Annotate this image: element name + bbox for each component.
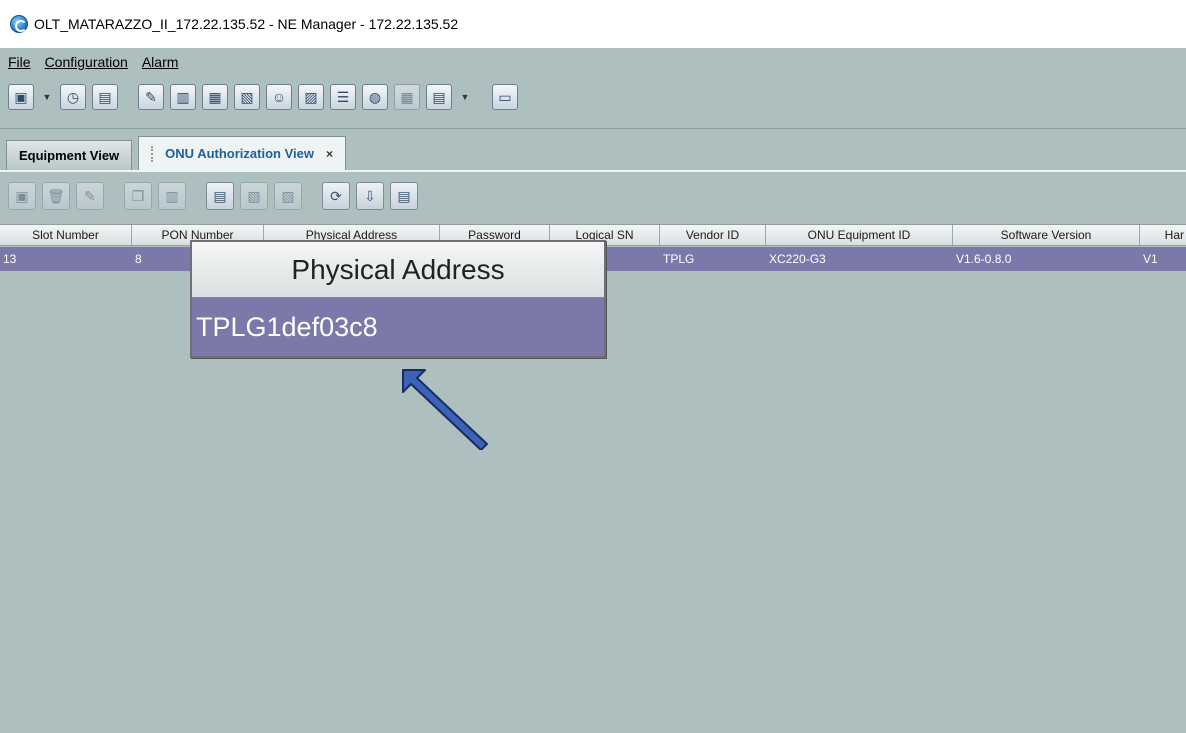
- tab-underline: [0, 170, 1186, 172]
- cell-software-version: V1.6-0.8.0: [956, 252, 1012, 266]
- user-icon[interactable]: ☺: [266, 84, 292, 110]
- menu-configuration[interactable]: Configuration: [45, 54, 128, 74]
- dropdown-arrow-icon[interactable]: ▼: [40, 84, 54, 110]
- move-up-icon[interactable]: ▧: [240, 182, 268, 210]
- add-icon[interactable]: ▣: [8, 182, 36, 210]
- tab-label: ONU Authorization View: [165, 146, 314, 161]
- device-icon[interactable]: ▥: [170, 84, 196, 110]
- cell-slot: 13: [3, 252, 17, 266]
- toolbar-divider: [0, 128, 1186, 129]
- copy-icon[interactable]: ❐: [124, 182, 152, 210]
- onu-icon[interactable]: ▤: [92, 84, 118, 110]
- column-header[interactable]: ONU Equipment ID: [766, 225, 953, 245]
- column-header[interactable]: Har: [1140, 225, 1186, 245]
- tab-label: Equipment View: [19, 148, 120, 163]
- window-icon[interactable]: ▭: [492, 84, 518, 110]
- title-bar: OLT_MATARAZZO_II_172.22.135.52 - NE Mana…: [0, 0, 1186, 48]
- calendar-icon[interactable]: ▦: [394, 84, 420, 110]
- edit-icon[interactable]: ✎: [138, 84, 164, 110]
- printer-icon[interactable]: ▨: [298, 84, 324, 110]
- move-down-icon[interactable]: ▨: [274, 182, 302, 210]
- cell-hardware-version: V1: [1143, 252, 1158, 266]
- column-header[interactable]: Vendor ID: [660, 225, 766, 245]
- window-title: OLT_MATARAZZO_II_172.22.135.52 - NE Mana…: [34, 16, 459, 32]
- annotation-arrow-icon: [402, 369, 488, 450]
- menu-file[interactable]: File: [8, 54, 31, 74]
- column-header[interactable]: Slot Number: [0, 225, 132, 245]
- tab-bar: Equipment View ONU Authorization View ×: [6, 136, 346, 170]
- import-icon[interactable]: ⇩: [356, 182, 384, 210]
- authorize-icon[interactable]: ▤: [206, 182, 234, 210]
- app-logo-icon: [10, 15, 28, 33]
- globe-icon[interactable]: ◍: [362, 84, 388, 110]
- chart-icon[interactable]: ▦: [202, 84, 228, 110]
- cell-onu-equipment-id: XC220-G3: [769, 252, 826, 266]
- main-toolbar: ▣ ▼ ◷ ▤ ✎ ▥ ▦ ▧ ☺ ▨ ☰ ◍ ▦ ▤ ▼ ▭: [8, 82, 518, 112]
- clock-icon[interactable]: ◷: [60, 84, 86, 110]
- zoom-value: TPLG1def03c8: [192, 298, 604, 356]
- close-icon[interactable]: ×: [326, 147, 333, 161]
- tab-grip-icon: [151, 145, 157, 162]
- onu-toolbar: ▣ 🗑 ✎ ❐ ▥ ▤ ▧ ▨ ⟳ ⇩ ▤: [8, 180, 418, 212]
- refresh-icon[interactable]: ⟳: [322, 182, 350, 210]
- tab-onu-authorization-view[interactable]: ONU Authorization View ×: [138, 136, 346, 170]
- zoom-header: Physical Address: [192, 242, 604, 298]
- workspace: File Configuration Alarm ▣ ▼ ◷ ▤ ✎ ▥ ▦ ▧…: [0, 48, 1186, 733]
- edit-icon[interactable]: ✎: [76, 182, 104, 210]
- tab-equipment-view[interactable]: Equipment View: [6, 140, 133, 170]
- cell-vendor-id: TPLG: [663, 252, 695, 266]
- zoom-callout: Physical Address TPLG1def03c8: [190, 240, 606, 358]
- ne-config-icon[interactable]: ▣: [8, 84, 34, 110]
- delete-icon[interactable]: 🗑: [42, 182, 70, 210]
- alarm-device-icon[interactable]: ▧: [234, 84, 260, 110]
- paste-icon[interactable]: ▥: [158, 182, 186, 210]
- print-icon[interactable]: ▤: [390, 182, 418, 210]
- menu-bar: File Configuration Alarm: [8, 54, 178, 74]
- menu-alarm[interactable]: Alarm: [142, 54, 179, 74]
- column-header[interactable]: Software Version: [953, 225, 1140, 245]
- report-icon[interactable]: ▤: [426, 84, 452, 110]
- list-icon[interactable]: ☰: [330, 84, 356, 110]
- dropdown-arrow-icon[interactable]: ▼: [458, 84, 472, 110]
